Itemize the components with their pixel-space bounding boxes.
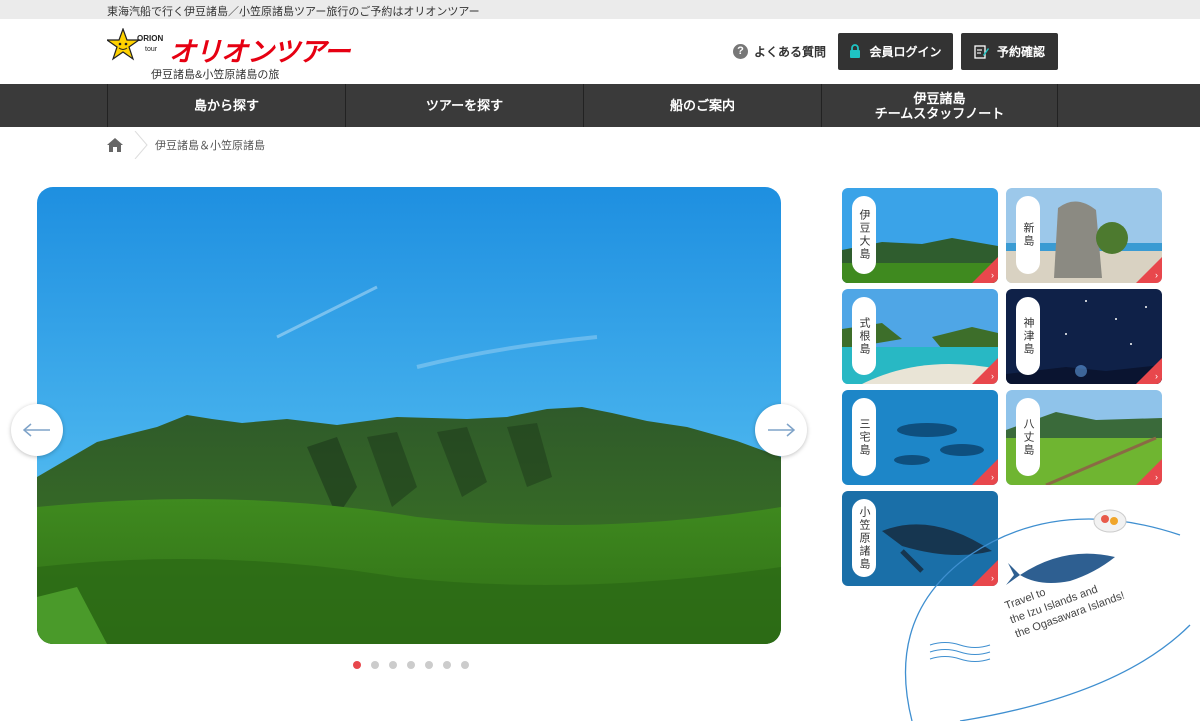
faq-label: よくある質問: [754, 45, 827, 59]
carousel-dot[interactable]: [407, 661, 415, 669]
reservation-check-button[interactable]: 予約確認: [961, 33, 1058, 70]
nav-find-by-island[interactable]: 島から探す: [107, 84, 345, 127]
chevron-right-icon: ›: [991, 472, 994, 482]
island-tile-niijima[interactable]: 新島 ›: [1006, 188, 1162, 283]
nav-ship-guide[interactable]: 船のご案内: [583, 84, 821, 127]
faq-link[interactable]: ? よくある質問: [733, 43, 826, 60]
logo-wordmark: オリオンツアー: [169, 37, 350, 67]
logo-badge-text: ORION tour: [137, 34, 163, 53]
chevron-right-icon: ›: [1155, 472, 1158, 482]
hero-landscape-image: [37, 187, 781, 644]
island-tile-miyakejima[interactable]: 三宅島 ›: [842, 390, 998, 485]
island-tile-kozushima[interactable]: 神津島 ›: [1006, 289, 1162, 384]
island-tile-hachijojima[interactable]: 八丈島 ›: [1006, 390, 1162, 485]
nav-find-tour[interactable]: ツアーを探す: [345, 84, 583, 127]
site-logo[interactable]: ORION tour オリオンツアー 伊豆諸島&小笠原諸島の旅: [107, 26, 350, 84]
carousel-dot[interactable]: [425, 661, 433, 669]
island-label: 小笠原諸島: [852, 499, 876, 577]
lock-icon: [850, 44, 861, 58]
top-banner-text: 東海汽船で行く伊豆諸島／小笠原諸島ツアー旅行のご予約はオリオンツアー: [107, 6, 480, 18]
logo-subtitle: 伊豆諸島&小笠原諸島の旅: [151, 69, 280, 81]
tile-corner: [972, 459, 998, 485]
island-tile-izu-oshima[interactable]: 伊豆大島 ›: [842, 188, 998, 283]
carousel-dot[interactable]: [371, 661, 379, 669]
breadcrumb: 伊豆諸島＆小笠原諸島: [107, 131, 265, 159]
svg-text:ORION: ORION: [137, 34, 163, 43]
island-label: 伊豆大島: [852, 196, 876, 274]
carousel-dot[interactable]: [353, 661, 361, 669]
tile-corner: [1136, 459, 1162, 485]
chevron-right-icon: ›: [991, 270, 994, 280]
arrow-right-icon: [768, 423, 795, 437]
island-label: 式根島: [852, 297, 876, 375]
main-nav: 島から探す ツアーを探す 船のご案内 伊豆諸島 チームスタッフノート: [0, 84, 1200, 127]
member-login-button[interactable]: 会員ログイン: [838, 33, 953, 70]
hero-slide-image[interactable]: [37, 187, 781, 644]
breadcrumb-separator: [134, 131, 148, 159]
carousel-next-button[interactable]: [755, 404, 807, 456]
carousel-prev-button[interactable]: [11, 404, 63, 456]
carousel-dot[interactable]: [389, 661, 397, 669]
top-banner: 東海汽船で行く伊豆諸島／小笠原諸島ツアー旅行のご予約はオリオンツアー: [0, 0, 1200, 19]
chevron-right-icon: ›: [991, 371, 994, 381]
island-label: 三宅島: [852, 398, 876, 476]
question-icon: ?: [733, 44, 748, 59]
home-icon[interactable]: [107, 138, 123, 152]
chevron-right-icon: ›: [1155, 270, 1158, 280]
island-tile-shikinejima[interactable]: 式根島 ›: [842, 289, 998, 384]
tile-corner: [972, 358, 998, 384]
nav-label: 船のご案内: [669, 98, 735, 113]
svg-text:tour: tour: [145, 46, 158, 53]
nav-label: ツアーを探す: [425, 98, 504, 113]
reserve-label: 予約確認: [996, 45, 1045, 59]
arrow-left-icon: [23, 423, 50, 437]
island-label: 神津島: [1016, 297, 1040, 375]
tile-corner: [972, 257, 998, 283]
edit-document-icon: [974, 45, 989, 59]
tile-corner: [1136, 358, 1162, 384]
carousel-dot[interactable]: [461, 661, 469, 669]
carousel-dots: [353, 661, 479, 669]
island-label: 新島: [1016, 196, 1040, 274]
tile-corner: [1136, 257, 1162, 283]
site-header: ORION tour オリオンツアー 伊豆諸島&小笠原諸島の旅 ? よくある質問…: [0, 19, 1200, 84]
nav-label: 島から探す: [193, 98, 259, 113]
breadcrumb-current: 伊豆諸島＆小笠原諸島: [155, 140, 265, 152]
chevron-right-icon: ›: [1155, 371, 1158, 381]
carousel-dot[interactable]: [443, 661, 451, 669]
island-label: 八丈島: [1016, 398, 1040, 476]
nav-label-line1: 伊豆諸島: [913, 90, 966, 106]
login-label: 会員ログイン: [869, 45, 942, 59]
nav-label-line2: チームスタッフノート: [874, 105, 1005, 121]
nav-staff-note[interactable]: 伊豆諸島 チームスタッフノート: [821, 84, 1058, 127]
